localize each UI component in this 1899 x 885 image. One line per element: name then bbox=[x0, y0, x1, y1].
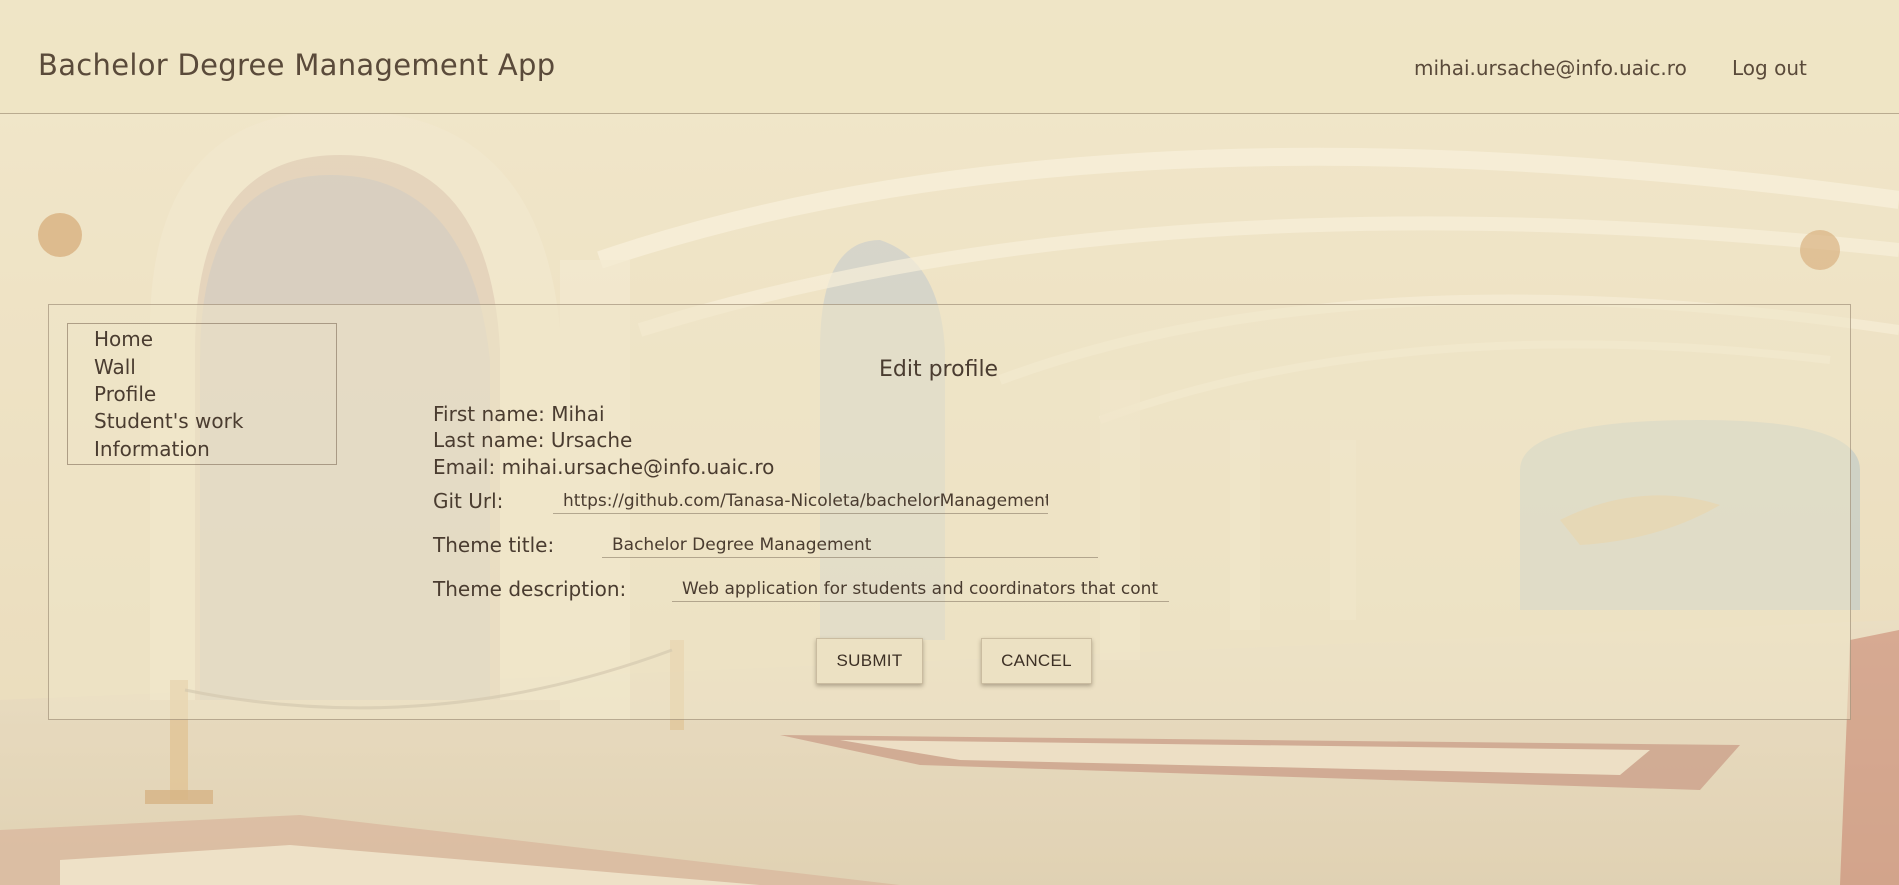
theme-title-label: Theme title: bbox=[433, 533, 555, 557]
submit-button[interactable]: SUBMIT bbox=[816, 638, 923, 684]
sidebar-nav: Home Wall Profile Student's work Informa… bbox=[67, 323, 337, 465]
sidebar-item-wall[interactable]: Wall bbox=[94, 355, 136, 379]
sidebar-item-profile[interactable]: Profile bbox=[94, 382, 156, 406]
user-email-link[interactable]: mihai.ursache@info.uaic.ro bbox=[1414, 56, 1687, 80]
sidebar-item-information[interactable]: Information bbox=[94, 437, 210, 461]
email-text: Email: mihai.ursache@info.uaic.ro bbox=[433, 455, 775, 479]
last-name-text: Last name: Ursache bbox=[433, 428, 633, 452]
page-title: Edit profile bbox=[879, 357, 999, 382]
sidebar-item-students-work[interactable]: Student's work bbox=[94, 409, 243, 433]
git-url-input[interactable] bbox=[553, 488, 1048, 514]
theme-description-input[interactable] bbox=[672, 576, 1169, 602]
theme-title-input[interactable] bbox=[602, 532, 1098, 558]
top-header: Bachelor Degree Management App mihai.urs… bbox=[0, 0, 1899, 114]
git-url-label: Git Url: bbox=[433, 489, 504, 513]
theme-description-label: Theme description: bbox=[433, 577, 627, 601]
first-name-text: First name: Mihai bbox=[433, 402, 605, 426]
sidebar-item-home[interactable]: Home bbox=[94, 327, 153, 351]
app-title: Bachelor Degree Management App bbox=[38, 48, 556, 82]
cancel-button[interactable]: CANCEL bbox=[981, 638, 1092, 684]
logout-link[interactable]: Log out bbox=[1732, 56, 1807, 80]
